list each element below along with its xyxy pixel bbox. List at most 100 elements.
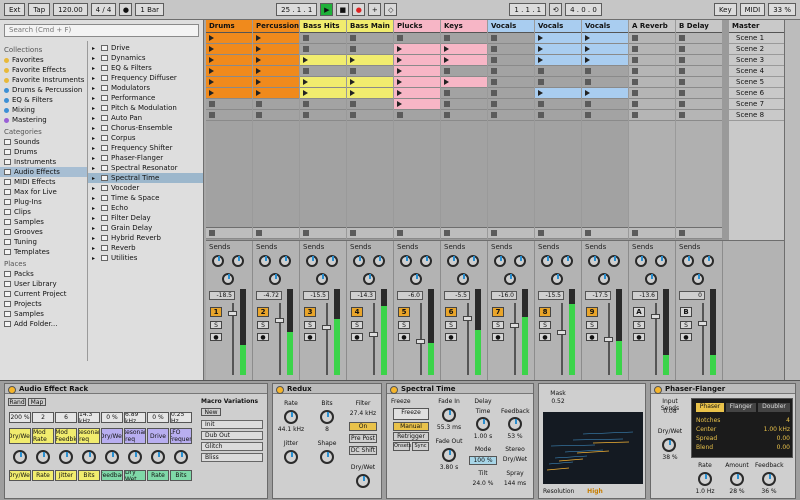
clip-slot-filled[interactable] xyxy=(582,44,628,55)
solo-button[interactable]: S xyxy=(492,321,504,329)
feedback-knob[interactable] xyxy=(508,417,522,431)
pan-knob[interactable] xyxy=(269,273,281,285)
clip-stop-icon[interactable] xyxy=(256,101,262,107)
clip-slot-filled[interactable] xyxy=(253,77,299,88)
pan-knob[interactable] xyxy=(316,273,328,285)
clip-launch-icon[interactable] xyxy=(397,90,402,96)
clip-slot-empty[interactable] xyxy=(535,77,581,88)
volume-value[interactable]: -5.5 xyxy=(444,291,470,300)
metronome-icon[interactable]: ● xyxy=(119,3,133,16)
send-b-knob[interactable] xyxy=(232,255,244,267)
clip-slot-empty[interactable] xyxy=(582,66,628,77)
onsets-button[interactable]: Onsets xyxy=(393,442,411,451)
pan-knob[interactable] xyxy=(645,273,657,285)
macro-label[interactable]: Dry Wet xyxy=(124,470,146,481)
clip-slot-empty[interactable] xyxy=(676,99,722,110)
resolution-value[interactable]: High xyxy=(585,488,605,495)
stop-icon[interactable] xyxy=(632,230,638,236)
clip-slot-empty[interactable] xyxy=(488,88,534,99)
volume-fader-cap[interactable] xyxy=(275,318,284,323)
macro-label[interactable]: Dry/Wet xyxy=(9,470,31,481)
clip-slot-filled[interactable] xyxy=(441,44,487,55)
clip-slot-empty[interactable] xyxy=(629,88,675,99)
arm-button[interactable]: ● xyxy=(633,333,645,341)
macro-value[interactable]: 0 % xyxy=(101,412,123,423)
variation-item[interactable]: Init xyxy=(201,420,263,429)
redux-drywet-knob[interactable] xyxy=(356,474,370,488)
track-stop-button[interactable] xyxy=(347,228,393,239)
clip-stop-icon[interactable] xyxy=(538,79,544,85)
macro-label[interactable]: Mod Feedbk xyxy=(55,428,77,444)
volume-value[interactable]: -13.6 xyxy=(632,291,658,300)
macro-value[interactable]: 14.3 kHz xyxy=(78,412,100,423)
phaser-rate-knob[interactable] xyxy=(698,472,712,486)
clip-launch-icon[interactable] xyxy=(585,46,590,52)
clip-slot-empty[interactable] xyxy=(347,99,393,110)
category-item[interactable]: Plug-Ins xyxy=(0,197,87,207)
midi-map-button[interactable]: MIDI xyxy=(739,3,766,16)
delay-time-knob[interactable] xyxy=(476,417,490,431)
volume-value[interactable]: -18.5 xyxy=(209,291,235,300)
macro-label[interactable]: Jitter xyxy=(55,470,77,481)
place-item[interactable]: Samples xyxy=(0,309,87,319)
clip-launch-icon[interactable] xyxy=(397,57,402,63)
collection-item[interactable]: Drums & Percussion xyxy=(0,85,87,95)
send-a-knob[interactable] xyxy=(635,255,647,267)
track-header[interactable]: Plucks xyxy=(394,20,440,33)
stop-icon[interactable] xyxy=(209,230,215,236)
pan-knob[interactable] xyxy=(410,273,422,285)
clip-slot-empty[interactable] xyxy=(206,99,252,110)
clip-slot-empty[interactable] xyxy=(441,66,487,77)
clip-launch-icon[interactable] xyxy=(256,46,261,52)
clip-stop-icon[interactable] xyxy=(491,46,497,52)
send-a-knob[interactable] xyxy=(212,255,224,267)
track-stop-button[interactable] xyxy=(300,228,346,239)
volume-fader-cap[interactable] xyxy=(369,332,378,337)
clip-stop-icon[interactable] xyxy=(632,68,638,74)
track-header[interactable]: Keys xyxy=(441,20,487,33)
clip-slot-filled[interactable] xyxy=(441,77,487,88)
clip-launch-icon[interactable] xyxy=(538,35,543,41)
clip-slot-empty[interactable] xyxy=(394,110,440,121)
stop-icon[interactable] xyxy=(538,230,544,236)
clip-slot-filled[interactable] xyxy=(535,88,581,99)
send-a-knob[interactable] xyxy=(306,255,318,267)
stop-icon[interactable] xyxy=(444,230,450,236)
clip-stop-icon[interactable] xyxy=(538,68,544,74)
browser-item[interactable]: ▸ Spectral Resonator xyxy=(88,163,203,173)
track-activator-button[interactable]: A xyxy=(633,307,645,317)
browser-item[interactable]: ▸ Corpus xyxy=(88,133,203,143)
clip-stop-icon[interactable] xyxy=(538,112,544,118)
pan-knob[interactable] xyxy=(692,273,704,285)
clip-slot-empty[interactable] xyxy=(676,33,722,44)
macro-value[interactable]: 2 xyxy=(32,412,54,423)
track-activator-button[interactable]: 1 xyxy=(210,307,222,317)
volume-value[interactable]: -15.5 xyxy=(303,291,329,300)
clip-slot-empty[interactable] xyxy=(629,110,675,121)
arm-button[interactable]: ● xyxy=(304,333,316,341)
track-header[interactable]: Vocals xyxy=(582,20,628,33)
flanger-mode-button[interactable]: Flanger xyxy=(726,403,756,412)
scene-launch[interactable]: Scene 4 xyxy=(729,66,784,77)
clip-stop-icon[interactable] xyxy=(679,57,685,63)
retrigger-mode-button[interactable]: Retrigger xyxy=(393,432,429,441)
rack-rand-button[interactable]: Rand xyxy=(8,398,26,406)
new-variation-button[interactable]: New xyxy=(201,408,221,416)
clip-slot-empty[interactable] xyxy=(488,99,534,110)
macro-knob[interactable] xyxy=(36,450,50,464)
clip-slot-empty[interactable] xyxy=(300,44,346,55)
sync-button[interactable]: Sync xyxy=(412,442,429,451)
browser-item[interactable]: ▸ Utilities xyxy=(88,253,203,263)
clip-stop-icon[interactable] xyxy=(256,112,262,118)
browser-item[interactable]: ▸ Phaser-Flanger xyxy=(88,153,203,163)
solo-button[interactable]: S xyxy=(398,321,410,329)
solo-button[interactable]: S xyxy=(304,321,316,329)
clip-stop-icon[interactable] xyxy=(350,35,356,41)
scene-launch[interactable]: Scene 8 xyxy=(729,110,784,121)
redux-prepost-button[interactable]: Pre Post xyxy=(349,434,377,443)
send-b-knob[interactable] xyxy=(702,255,714,267)
send-a-knob[interactable] xyxy=(588,255,600,267)
drywet-value[interactable]: 100 % xyxy=(469,456,497,465)
clip-stop-icon[interactable] xyxy=(632,79,638,85)
collection-item[interactable]: Favorites xyxy=(0,55,87,65)
